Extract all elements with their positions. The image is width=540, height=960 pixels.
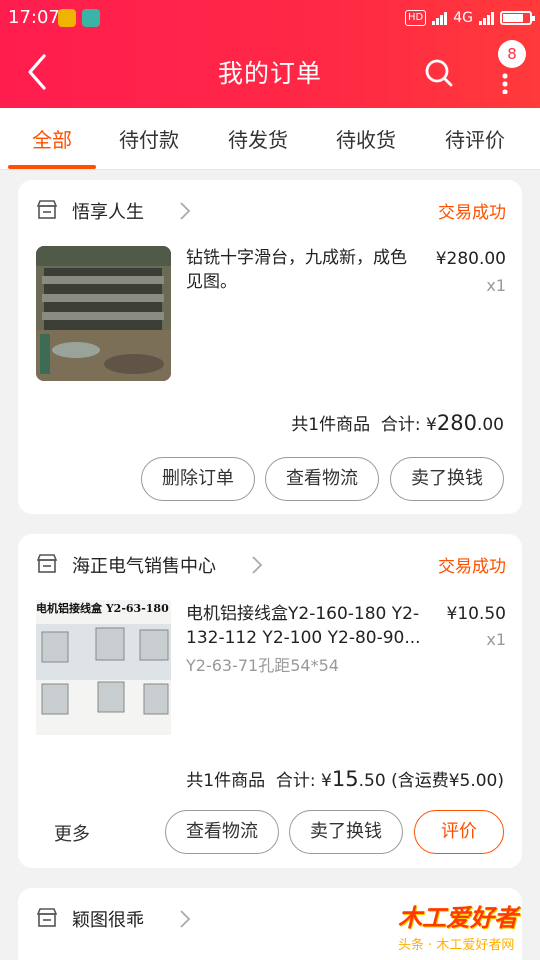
- order-status: 交易成功: [438, 203, 506, 223]
- active-tab-indicator: [8, 165, 96, 169]
- shop-row[interactable]: 悟享人生 交易成功: [36, 198, 506, 224]
- total-integer: 15: [331, 767, 359, 791]
- status-right: HD 4G: [405, 8, 535, 28]
- status-bar: 17:07 HD 4G: [0, 0, 540, 36]
- product-quantity: x1: [486, 276, 506, 295]
- view-logistics-button[interactable]: 查看物流: [165, 810, 279, 854]
- screenshot-icon: [82, 9, 100, 27]
- product-spec: Y2-63-71孔距54*54: [186, 656, 339, 675]
- page-title: 我的订单: [217, 59, 322, 88]
- tab-pending-review[interactable]: 待评价: [445, 124, 505, 153]
- watermark-logo: 木工爱好者 头条 · 木工爱好者网: [398, 894, 526, 954]
- signal-icon-2: [479, 11, 494, 25]
- nav-bar: 我的订单: [0, 36, 540, 108]
- watermark-subtitle: 头条 · 木工爱好者网: [398, 938, 515, 953]
- battery-icon: [500, 11, 535, 25]
- shipping-fee: (含运费¥5.00): [391, 771, 504, 791]
- watermark-title: 木工爱好者: [398, 904, 518, 932]
- chevron-right-icon: [180, 202, 191, 220]
- signal-icon: [432, 11, 448, 25]
- resell-button[interactable]: 卖了换钱: [390, 457, 504, 501]
- total-currency: ¥: [321, 771, 332, 791]
- tab-pending-shipment[interactable]: 待发货: [228, 124, 288, 153]
- total-label: 合计:: [380, 415, 421, 435]
- item-count: 共1件商品: [186, 771, 266, 791]
- total-currency: ¥: [426, 415, 437, 435]
- chevron-right-icon: [252, 556, 263, 574]
- product-price: ¥10.50: [446, 604, 506, 624]
- shop-name[interactable]: 悟享人生: [72, 198, 144, 224]
- tab-pending-receipt[interactable]: 待收货: [336, 124, 396, 153]
- search-icon[interactable]: [422, 56, 456, 90]
- store-icon: [36, 200, 58, 219]
- order-status: 交易成功: [438, 557, 506, 577]
- total-integer: 280: [436, 411, 477, 435]
- total-decimal: .50: [358, 771, 386, 791]
- product-quantity: x1: [486, 630, 506, 649]
- store-icon: [36, 554, 58, 573]
- review-button[interactable]: 评价: [414, 810, 504, 854]
- notification-icon: [58, 9, 76, 27]
- store-icon: [36, 908, 58, 927]
- order-summary: 共1件商品 合计: ¥280.00: [291, 410, 504, 435]
- product-image-caption: 电机铝接线盒 Y2-63-180: [36, 602, 169, 615]
- shop-row[interactable]: 海正电气销售中心 交易成功: [36, 552, 506, 578]
- network-label: 4G: [453, 10, 473, 26]
- order-summary: 共1件商品 合计: ¥15.50 (含运费¥5.00): [186, 766, 504, 791]
- status-time: 17:07: [8, 7, 60, 28]
- message-badge: 8: [498, 40, 526, 68]
- app-header: 17:07 HD 4G 我的订单 8: [0, 0, 540, 108]
- resell-button[interactable]: 卖了换钱: [289, 810, 403, 854]
- chevron-right-icon: [180, 910, 191, 928]
- total-label: 合计:: [275, 771, 316, 791]
- tab-all[interactable]: 全部: [32, 124, 72, 153]
- more-link[interactable]: 更多: [54, 820, 90, 846]
- item-count: 共1件商品: [291, 415, 371, 435]
- product-image[interactable]: 电机铝接线盒 Y2-63-180: [36, 600, 171, 735]
- order-card: 悟享人生 交易成功 钻铣十字滑台，九成新，成色见图。 ¥280.00 x1 共1…: [18, 180, 522, 514]
- shop-name[interactable]: 海正电气销售中心: [72, 552, 216, 578]
- product-title[interactable]: 钻铣十字滑台，九成新，成色见图。: [186, 246, 416, 294]
- product-title[interactable]: 电机铝接线盒Y2-160-180 Y2-132-112 Y2-100 Y2-80…: [186, 602, 436, 650]
- total-decimal: .00: [476, 415, 504, 435]
- product-price: ¥280.00: [435, 249, 506, 269]
- hd-icon: HD: [405, 10, 427, 26]
- order-card: 海正电气销售中心 交易成功 电机铝接线盒 Y2-63-180 电机铝接线盒Y2-…: [18, 534, 522, 868]
- view-logistics-button[interactable]: 查看物流: [265, 457, 379, 501]
- delete-order-button[interactable]: 删除订单: [141, 457, 255, 501]
- tab-pending-payment[interactable]: 待付款: [119, 124, 179, 153]
- shop-name[interactable]: 颖图很乖: [72, 906, 144, 932]
- order-tabs: 全部 待付款 待发货 待收货 待评价: [0, 108, 540, 170]
- product-image[interactable]: [36, 246, 171, 381]
